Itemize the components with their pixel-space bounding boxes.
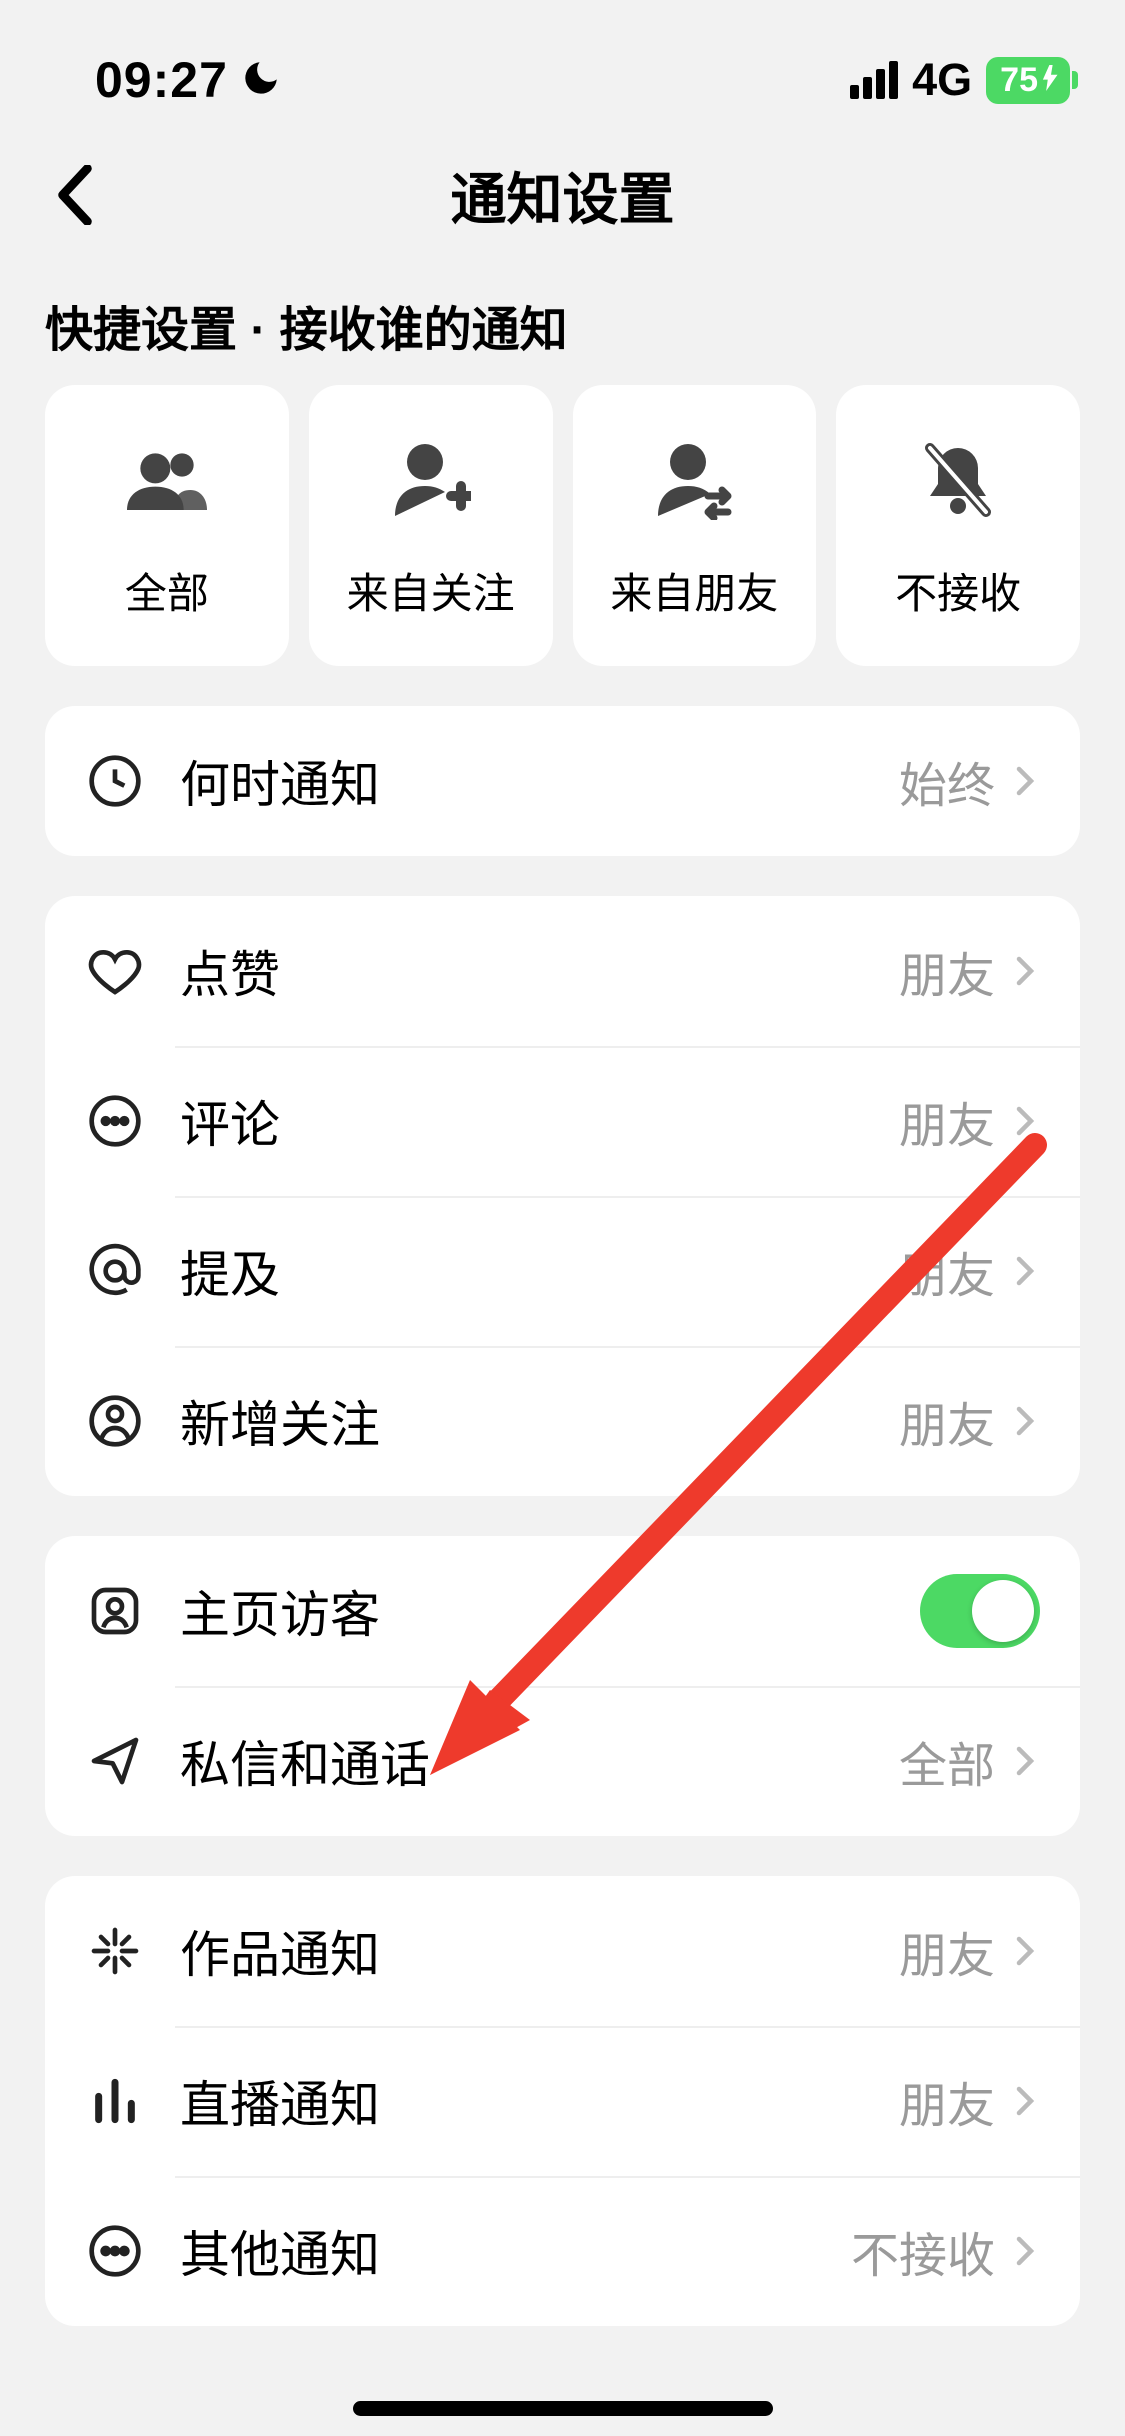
row-label: 私信和通话	[180, 1725, 899, 1797]
quick-section-header: 快捷设置 · 接收谁的通知	[0, 260, 1125, 385]
home-indicator	[353, 2401, 773, 2416]
chevron-right-icon	[1010, 956, 1040, 986]
chevron-right-icon	[1010, 2086, 1040, 2116]
row-label: 作品通知	[180, 1915, 899, 1987]
chevron-right-icon	[1010, 1106, 1040, 1136]
row-works-notify[interactable]: 作品通知 朋友	[45, 1876, 1080, 2026]
status-right: 4G 75	[850, 54, 1070, 106]
chevron-left-icon	[55, 165, 95, 225]
row-mentions[interactable]: 提及 朋友	[45, 1196, 1080, 1346]
row-label: 评论	[180, 1085, 899, 1157]
row-value: 朋友	[899, 1236, 995, 1306]
row-when-notify[interactable]: 何时通知 始终	[45, 706, 1080, 856]
row-value: 朋友	[899, 1086, 995, 1156]
at-icon	[85, 1241, 145, 1301]
row-label: 其他通知	[180, 2215, 851, 2287]
battery-indicator: 75	[986, 57, 1070, 104]
list-group-schedule: 何时通知 始终	[45, 706, 1080, 856]
row-label: 点赞	[180, 935, 899, 1007]
nav-bar: 通知设置	[0, 130, 1125, 260]
list-group-content: 作品通知 朋友 直播通知 朋友 其他通知 不接收	[45, 1876, 1080, 2326]
row-value: 全部	[899, 1726, 995, 1796]
heart-icon	[85, 941, 145, 1001]
people-icon	[127, 440, 207, 520]
row-label: 新增关注	[180, 1385, 899, 1457]
status-left: 09:27	[95, 51, 282, 109]
row-value: 始终	[899, 746, 995, 816]
row-label: 何时通知	[180, 745, 899, 817]
row-live-notify[interactable]: 直播通知 朋友	[45, 2026, 1080, 2176]
row-new-followers[interactable]: 新增关注 朋友	[45, 1346, 1080, 1496]
row-value: 不接收	[851, 2216, 995, 2286]
chevron-right-icon	[1010, 1936, 1040, 1966]
list-group-interactions: 点赞 朋友 评论 朋友 提及 朋友 新增关注 朋友	[45, 896, 1080, 1496]
person-circle-icon	[85, 1391, 145, 1451]
chevron-right-icon	[1010, 1746, 1040, 1776]
row-likes[interactable]: 点赞 朋友	[45, 896, 1080, 1046]
send-icon	[85, 1731, 145, 1791]
comment-icon	[85, 1091, 145, 1151]
quick-label: 不接收	[895, 560, 1021, 621]
back-button[interactable]	[40, 160, 110, 230]
quick-card-following[interactable]: 来自关注	[309, 385, 553, 666]
bolt-icon	[1042, 61, 1060, 100]
quick-label: 全部	[125, 560, 209, 621]
chevron-right-icon	[1010, 2236, 1040, 2266]
chevron-right-icon	[1010, 1256, 1040, 1286]
network-label: 4G	[912, 54, 972, 106]
quick-card-all[interactable]: 全部	[45, 385, 289, 666]
status-time: 09:27	[95, 51, 228, 109]
row-label: 提及	[180, 1235, 899, 1307]
row-value: 朋友	[899, 936, 995, 1006]
row-other-notify[interactable]: 其他通知 不接收	[45, 2176, 1080, 2326]
row-value: 朋友	[899, 1916, 995, 1986]
battery-percent: 75	[1000, 61, 1038, 100]
quick-label: 来自朋友	[610, 560, 778, 621]
row-dm-calls[interactable]: 私信和通话 全部	[45, 1686, 1080, 1836]
quick-card-none[interactable]: 不接收	[836, 385, 1080, 666]
bell-off-icon	[918, 440, 998, 520]
person-swap-icon	[654, 440, 734, 520]
chevron-right-icon	[1010, 1406, 1040, 1436]
page-title: 通知设置	[451, 155, 675, 236]
row-profile-visitors[interactable]: 主页访客	[45, 1536, 1080, 1686]
more-circle-icon	[85, 2221, 145, 2281]
quick-settings-grid: 全部 来自关注 来自朋友	[0, 385, 1125, 666]
row-comments[interactable]: 评论 朋友	[45, 1046, 1080, 1196]
signal-icon	[850, 61, 898, 99]
status-bar: 09:27 4G 75	[0, 0, 1125, 130]
clock-icon	[85, 751, 145, 811]
chevron-right-icon	[1010, 766, 1040, 796]
sparkle-icon	[85, 1921, 145, 1981]
row-label: 主页访客	[180, 1575, 920, 1647]
bars-icon	[85, 2071, 145, 2131]
row-value: 朋友	[899, 1386, 995, 1456]
id-card-icon	[85, 1581, 145, 1641]
moon-icon	[240, 57, 282, 104]
toggle-switch[interactable]	[920, 1574, 1040, 1648]
list-group-visitors-dm: 主页访客 私信和通话 全部	[45, 1536, 1080, 1836]
person-plus-icon	[391, 440, 471, 520]
row-value: 朋友	[899, 2066, 995, 2136]
quick-label: 来自关注	[347, 560, 515, 621]
row-label: 直播通知	[180, 2065, 899, 2137]
quick-card-friends[interactable]: 来自朋友	[573, 385, 817, 666]
